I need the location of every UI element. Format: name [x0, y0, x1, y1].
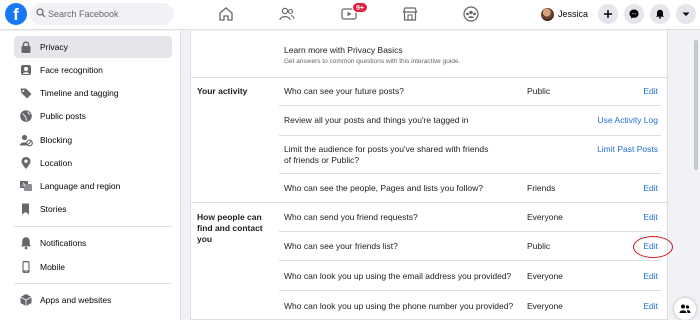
search-box[interactable] [30, 3, 174, 25]
sidebar-item-label: Privacy [40, 42, 68, 52]
profile-name: Jessica [558, 9, 589, 19]
sidebar-item-label: Blocking [40, 135, 73, 145]
privacy-settings-panel: Learn more with Privacy Basics Get answe… [190, 31, 669, 320]
bell-icon [656, 9, 664, 19]
create-button[interactable] [598, 4, 618, 24]
top-navigation-bar: f 9+ Jessica [0, 0, 700, 30]
limit-past-posts-link[interactable]: Limit Past Posts [597, 144, 658, 154]
edit-email-lookup-link[interactable]: Edit [643, 271, 658, 281]
setting-question: Limit the audience for posts you've shar… [284, 144, 489, 165]
sidebar-item-label: Apps and websites [40, 295, 112, 305]
sidebar-item-notifications[interactable]: Notifications [14, 232, 172, 254]
bell-icon [21, 237, 31, 250]
settings-sidebar: Privacy Face recognition Timeline and ta… [0, 31, 181, 320]
sidebar-item-label: Timeline and tagging [40, 88, 119, 98]
avatar [541, 7, 554, 21]
use-activity-log-link[interactable]: Use Activity Log [598, 115, 658, 125]
marketplace-icon[interactable] [401, 5, 419, 23]
account-menu-button[interactable] [676, 4, 696, 24]
sidebar-item-timeline-tagging[interactable]: Timeline and tagging [14, 82, 172, 104]
friends-icon[interactable] [278, 5, 296, 23]
setting-value: Public [527, 241, 551, 251]
setting-value: Everyone [527, 301, 563, 311]
language-icon: A [20, 181, 32, 191]
mobile-icon [22, 261, 30, 273]
row-divider [279, 290, 661, 291]
stories-icon [22, 203, 29, 215]
location-icon [21, 157, 31, 169]
search-icon [36, 8, 46, 18]
row-divider [279, 173, 661, 174]
setting-question: Who can see your friends list? [284, 241, 398, 251]
sidebar-item-label: Stories [40, 204, 67, 214]
sidebar-item-apps-websites[interactable]: Apps and websites [14, 289, 172, 311]
setting-value: Public [527, 86, 551, 96]
groups-icon[interactable] [462, 5, 480, 23]
sidebar-item-label: Location [40, 158, 73, 168]
sidebar-item-label: Notifications [40, 238, 87, 248]
section-title-find-contact: How people can find and contact you [197, 212, 263, 244]
setting-question: Review all your posts and things you're … [284, 115, 469, 125]
setting-question: Who can look you up using the email addr… [284, 271, 512, 281]
edit-following-link[interactable]: Edit [643, 183, 658, 193]
home-icon[interactable] [217, 5, 235, 23]
apps-icon [20, 294, 32, 306]
lock-icon [21, 41, 31, 53]
setting-question: Who can see your future posts? [284, 86, 405, 96]
sidebar-item-label: Mobile [40, 262, 66, 272]
row-divider [279, 231, 661, 232]
sidebar-item-language-region[interactable]: A Language and region [14, 175, 172, 197]
privacy-basics-subtitle: Get answers to common questions with thi… [284, 58, 461, 65]
setting-question: Who can see the people, Pages and lists … [284, 183, 483, 193]
edit-future-posts-link[interactable]: Edit [643, 86, 658, 96]
setting-value: Everyone [527, 271, 563, 281]
edit-friend-requests-link[interactable]: Edit [643, 212, 658, 222]
section-title-your-activity: Your activity [197, 86, 248, 96]
row-divider [279, 260, 661, 261]
setting-value: Friends [527, 183, 556, 193]
sidebar-item-blocking[interactable]: Blocking [14, 129, 172, 151]
setting-question: Who can look you up using the phone numb… [284, 301, 514, 311]
sidebar-item-face-recognition[interactable]: Face recognition [14, 59, 172, 81]
sidebar-item-label: Public posts [40, 111, 86, 121]
section-divider [191, 77, 669, 78]
privacy-basics-link[interactable]: Learn more with Privacy Basics [284, 45, 403, 55]
notifications-button[interactable] [650, 4, 670, 24]
sidebar-item-mobile[interactable]: Mobile [14, 256, 172, 278]
highlight-annotation-circle [633, 236, 673, 258]
face-recognition-icon [21, 65, 31, 75]
sidebar-item-public-posts[interactable]: Public posts [14, 105, 172, 127]
sidebar-item-privacy[interactable]: Privacy [14, 36, 172, 58]
setting-value: Everyone [527, 212, 563, 222]
sidebar-item-label: Language and region [40, 181, 121, 191]
globe-icon [20, 110, 32, 122]
edit-phone-lookup-link[interactable]: Edit [643, 301, 658, 311]
sidebar-item-label: Face recognition [40, 65, 103, 75]
profile-shortcut[interactable]: Jessica [541, 5, 588, 23]
sidebar-item-stories[interactable]: Stories [14, 198, 172, 220]
plus-icon [604, 10, 612, 18]
caret-down-icon [682, 12, 690, 16]
messenger-button[interactable] [624, 4, 644, 24]
sidebar-divider [14, 226, 172, 227]
sidebar-item-location[interactable]: Location [14, 152, 172, 174]
messenger-icon [629, 9, 639, 19]
tag-icon [20, 88, 32, 99]
search-input[interactable] [48, 3, 172, 25]
setting-question: Who can send you friend requests? [284, 212, 418, 222]
section-divider [191, 202, 669, 203]
facebook-logo[interactable]: f [5, 3, 27, 25]
sidebar-divider [14, 283, 172, 284]
row-divider [279, 105, 661, 106]
people-icon [679, 304, 691, 313]
watch-notification-badge: 9+ [352, 2, 368, 13]
blocking-icon [19, 134, 33, 147]
row-divider [279, 135, 661, 136]
new-message-button[interactable] [674, 298, 696, 320]
scrollbar-thumb[interactable] [694, 40, 698, 170]
